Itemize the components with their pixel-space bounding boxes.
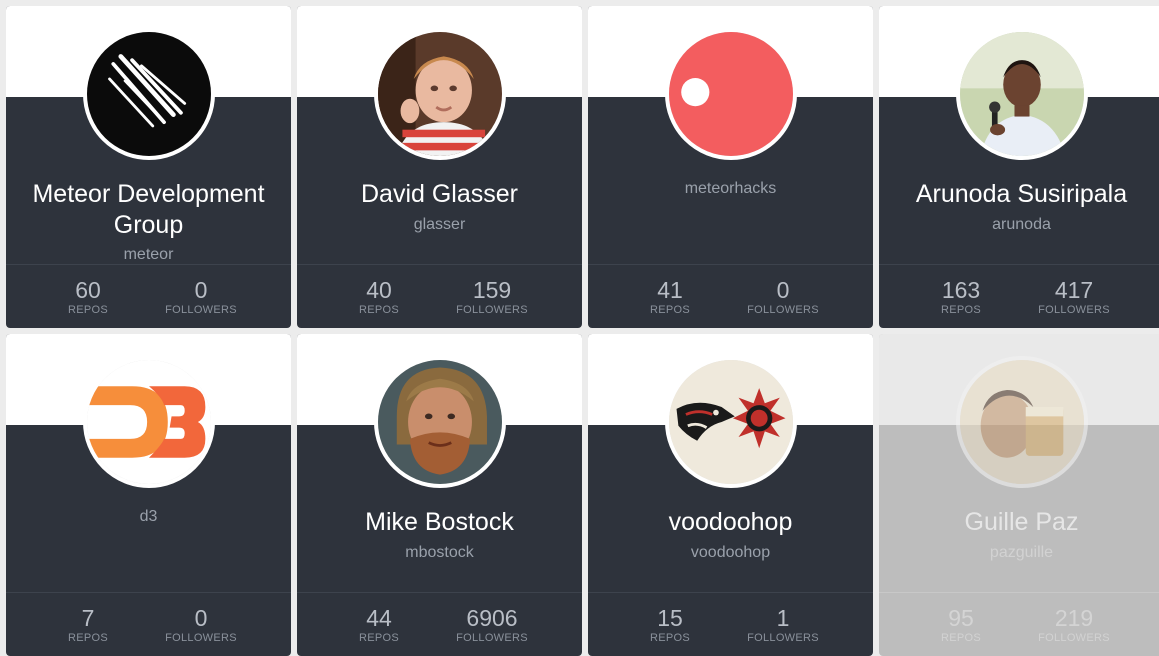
user-stats: 60 REPOS 0 FOLLOWERS — [6, 264, 291, 328]
repos-stat: 60 REPOS — [58, 277, 118, 317]
user-card-d3[interactable]: d3 7 REPOS 0 FOLLOWERS — [6, 334, 291, 656]
user-login: meteorhacks — [684, 180, 777, 197]
avatar[interactable] — [82, 356, 215, 488]
user-card-mbostock[interactable]: Mike Bostock mbostock 44 REPOS 6906 FOLL… — [297, 334, 582, 656]
avatar[interactable] — [373, 28, 506, 160]
user-login: mbostock — [405, 544, 474, 561]
user-card-glasser[interactable]: David Glasser glasser 40 REPOS 159 FOLLO… — [297, 6, 582, 328]
followers-count: 0 — [194, 277, 208, 303]
avatar[interactable] — [664, 28, 797, 160]
repos-label: REPOS — [940, 304, 981, 316]
followers-stat: 159 FOLLOWERS — [437, 277, 547, 317]
followers-stat: 0 FOLLOWERS — [728, 277, 838, 317]
user-display-name: voodoohop — [668, 508, 793, 536]
photo-bearded-man-icon — [377, 360, 502, 484]
repos-label: REPOS — [940, 632, 981, 644]
followers-label: FOLLOWERS — [456, 632, 528, 644]
avatar[interactable] — [955, 28, 1088, 160]
avatar[interactable] — [82, 28, 215, 160]
followers-label: FOLLOWERS — [165, 304, 237, 316]
repos-count: 60 — [75, 277, 101, 303]
repos-stat: 41 REPOS — [640, 277, 700, 317]
repos-stat: 15 REPOS — [640, 605, 700, 645]
repos-stat: 44 REPOS — [349, 605, 409, 645]
user-display-name: Mike Bostock — [365, 508, 514, 536]
followers-count: 0 — [776, 277, 790, 303]
repos-label: REPOS — [649, 304, 690, 316]
repos-label: REPOS — [358, 632, 399, 644]
photo-drinking-icon — [959, 360, 1084, 484]
repos-count: 44 — [366, 605, 392, 631]
avatar[interactable] — [373, 356, 506, 488]
followers-stat: 219 FOLLOWERS — [1019, 605, 1129, 645]
repos-count: 95 — [948, 605, 974, 631]
repos-label: REPOS — [358, 304, 399, 316]
repos-label: REPOS — [649, 632, 690, 644]
repos-label: REPOS — [67, 632, 108, 644]
user-stats: 40 REPOS 159 FOLLOWERS — [297, 264, 582, 328]
followers-stat: 6906 FOLLOWERS — [437, 605, 547, 645]
user-stats: 7 REPOS 0 FOLLOWERS — [6, 592, 291, 656]
user-login: meteor — [123, 246, 174, 263]
user-stats: 15 REPOS 1 FOLLOWERS — [588, 592, 873, 656]
followers-count: 0 — [194, 605, 208, 631]
user-stats: 41 REPOS 0 FOLLOWERS — [588, 264, 873, 328]
followers-label: FOLLOWERS — [1038, 632, 1110, 644]
repos-count: 163 — [941, 277, 981, 303]
followers-count: 159 — [472, 277, 512, 303]
user-login: arunoda — [992, 216, 1051, 233]
photo-child-icon — [377, 32, 502, 156]
repos-count: 15 — [657, 605, 683, 631]
repos-stat: 7 REPOS — [58, 605, 118, 645]
user-card-grid: Meteor Development Group meteor 60 REPOS… — [0, 0, 1159, 656]
repos-label: REPOS — [67, 304, 108, 316]
followers-label: FOLLOWERS — [747, 304, 819, 316]
repos-stat: 40 REPOS — [349, 277, 409, 317]
followers-count: 6906 — [466, 605, 518, 631]
followers-count: 219 — [1054, 605, 1094, 631]
avatar[interactable] — [664, 356, 797, 488]
user-stats: 95 REPOS 219 FOLLOWERS — [879, 592, 1159, 656]
repos-stat: 163 REPOS — [931, 277, 991, 317]
user-card-arunoda[interactable]: Arunoda Susiripala arunoda 163 REPOS 417… — [879, 6, 1159, 328]
tribal-art-icon — [668, 360, 793, 484]
user-card-meteor[interactable]: Meteor Development Group meteor 60 REPOS… — [6, 6, 291, 328]
user-login: glasser — [413, 216, 466, 233]
user-login: d3 — [139, 508, 158, 525]
followers-stat: 0 FOLLOWERS — [146, 605, 256, 645]
user-card-voodoohop[interactable]: voodoohop voodoohop 15 REPOS 1 FOLLOWERS — [588, 334, 873, 656]
followers-stat: 417 FOLLOWERS — [1019, 277, 1129, 317]
repos-count: 41 — [657, 277, 683, 303]
user-login: voodoohop — [690, 544, 771, 561]
d3-logo-icon — [86, 360, 211, 484]
followers-label: FOLLOWERS — [456, 304, 528, 316]
followers-label: FOLLOWERS — [1038, 304, 1110, 316]
repos-stat: 95 REPOS — [931, 605, 991, 645]
user-card-pazguille[interactable]: Guille Paz pazguille 95 REPOS 219 FOLLOW… — [879, 334, 1159, 656]
user-card-meteorhacks[interactable]: meteorhacks 41 REPOS 0 FOLLOWERS — [588, 6, 873, 328]
user-display-name: David Glasser — [361, 180, 518, 208]
photo-speaker-icon — [959, 32, 1084, 156]
user-display-name: Guille Paz — [964, 508, 1079, 536]
followers-stat: 0 FOLLOWERS — [146, 277, 256, 317]
followers-count: 1 — [776, 605, 790, 631]
avatar[interactable] — [955, 356, 1088, 488]
user-display-name: Meteor Development Group — [32, 180, 265, 239]
followers-count: 417 — [1054, 277, 1094, 303]
repos-count: 40 — [366, 277, 392, 303]
followers-label: FOLLOWERS — [165, 632, 237, 644]
followers-stat: 1 FOLLOWERS — [728, 605, 838, 645]
meteor-logo-icon — [86, 32, 211, 156]
user-stats: 163 REPOS 417 FOLLOWERS — [879, 264, 1159, 328]
user-stats: 44 REPOS 6906 FOLLOWERS — [297, 592, 582, 656]
user-login: pazguille — [989, 544, 1054, 561]
red-circle-logo-icon — [668, 32, 793, 156]
followers-label: FOLLOWERS — [747, 632, 819, 644]
user-display-name: Arunoda Susiripala — [915, 180, 1128, 208]
repos-count: 7 — [81, 605, 95, 631]
